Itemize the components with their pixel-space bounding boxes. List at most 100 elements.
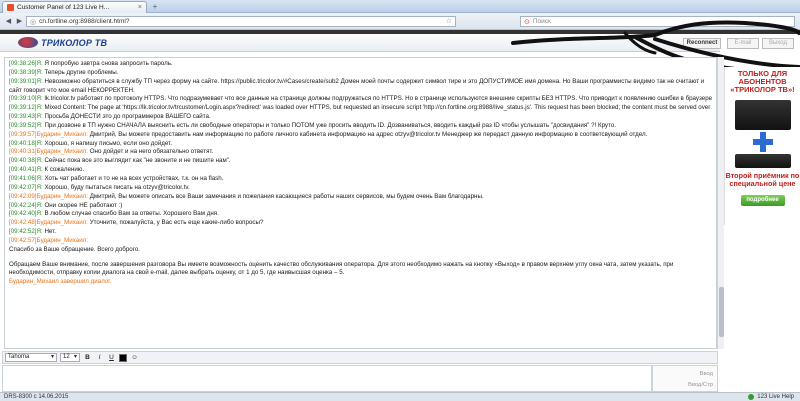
message-timestamp: [09:42:48] [9, 219, 37, 227]
message-text: Дмитрий, Вы можете описать все Ваши заме… [88, 192, 484, 200]
message-timestamp: [09:42:07] [9, 183, 37, 191]
send-newline-button[interactable]: Ввод/Стр [688, 382, 713, 388]
promo-banner[interactable]: ТОЛЬКО ДЛЯ АБОНЕНТОВ «ТРИКОЛОР ТВ»! Втор… [724, 67, 800, 225]
tab-title: Customer Panel of 123 Live H... [17, 4, 110, 11]
message-timestamp: [09:40:18] [9, 139, 37, 147]
chat-log[interactable]: [09:38:26]Я: Я попробую завтра снова зап… [4, 57, 717, 349]
forward-icon[interactable]: ▶ [14, 16, 25, 27]
message-text: Уточните, пожалуйста, у Вас есть еще как… [88, 219, 264, 227]
chat-message: [09:38:39]Я: Теперь другие проблемы. [9, 69, 712, 78]
chat-ended-note: Бударин_Михаил завершил диалог. [9, 278, 712, 287]
send-area: Ввод Ввод/Стр [652, 365, 718, 392]
format-toolbar: Tahoma ▾ 12 ▾ B I U ☺ [2, 351, 718, 364]
chat-message: [09:42:48]Бударин_Михаил: Уточните, пожа… [9, 219, 712, 228]
back-icon[interactable]: ◀ [3, 16, 14, 27]
browser-navbar: ◀ ▶ ◎ cn.fortline.org:8988/client.html? … [0, 13, 800, 30]
message-timestamp: [09:42:57] [9, 236, 37, 244]
banner-details-button[interactable]: подробнее [740, 194, 785, 206]
status-text: DRS-8300 с 14.06.2015 [4, 394, 69, 400]
message-timestamp: [09:39:01] [9, 77, 37, 85]
chat-message: [09:40:38]Я: Сейчас пока все это выгляди… [9, 157, 712, 166]
browser-titlebar: Customer Panel of 123 Live H... × + [0, 0, 800, 13]
message-text: Хорошо, я напишу письмо, если оно дойдет… [42, 139, 172, 147]
status-right: 123 Live Help [748, 394, 794, 400]
message-timestamp: [09:39:43] [9, 113, 37, 121]
chat-message: [09:42:09]Бударин_Михаил: Дмитрий, Вы мо… [9, 193, 712, 202]
message-author: Бударин_Михаил: [36, 130, 89, 138]
address-bar[interactable]: ◎ cn.fortline.org:8988/client.html? ☆ [26, 16, 456, 27]
scrollbar-thumb[interactable] [719, 287, 724, 337]
chat-message: [09:42:40]Я: В любом случае спасибо Вам … [9, 210, 712, 219]
chat-closing-thanks: Спасибо за Ваше обращение. Всего доброго… [9, 245, 140, 253]
chat-header: ТРИКОЛОР ТВ Reconnect E-mail Выход [0, 34, 794, 52]
chat-message: [09:39:12]Я: Mixed Content: The page at … [9, 104, 712, 113]
chat-message: [09:39:01]Я: Невозможно обратиться в слу… [9, 78, 712, 96]
ended-note-text: Бударин_Михаил завершил диалог. [9, 278, 112, 286]
smiley-icon[interactable]: ☺ [130, 353, 139, 362]
message-timestamp: [09:40:31] [9, 148, 37, 156]
globe-icon: ◎ [30, 18, 37, 26]
message-timestamp: [09:40:38] [9, 157, 37, 165]
message-timestamp: [09:39:12] [9, 104, 37, 112]
online-status-icon [748, 394, 755, 400]
message-text: Я попробую завтра снова запросить пароль… [42, 60, 173, 67]
new-tab-icon[interactable]: + [150, 3, 160, 11]
underline-button[interactable]: U [107, 353, 116, 362]
message-timestamp: [09:39:52] [9, 121, 37, 129]
message-author: Бударин_Михаил: [36, 236, 89, 244]
font-select-value: Tahoma [8, 354, 30, 360]
message-timestamp: [09:40:41] [9, 166, 37, 174]
chat-message: [09:40:31]Бударин_Михаил: Оно дойдет и н… [9, 148, 712, 157]
chat-message: [09:38:26]Я: Я попробую завтра снова зап… [9, 60, 712, 69]
message-author: Бударин_Михаил: [36, 192, 89, 200]
tricolor-logo-icon [18, 37, 38, 48]
star-icon[interactable]: ☆ [446, 17, 452, 25]
message-input[interactable] [2, 365, 652, 392]
logo-text: ТРИКОЛОР ТВ [41, 37, 108, 48]
message-timestamp: [09:38:39] [9, 68, 37, 76]
message-timestamp: [09:42:52] [9, 228, 37, 236]
close-icon[interactable]: × [138, 4, 142, 11]
browser-tab[interactable]: Customer Panel of 123 Live H... × [2, 1, 147, 13]
chat-message: [09:41:06]Я: Хоть чат работает и то не н… [9, 175, 712, 184]
chat-message: [09:42:57]Бударин_Михаил: [9, 237, 712, 246]
message-text: Хоть чат работает и то не на всех устрой… [42, 174, 224, 182]
search-bar[interactable]: ⊙ Поиск [520, 16, 795, 27]
reconnect-button[interactable]: Reconnect [683, 38, 721, 49]
italic-button[interactable]: I [95, 353, 104, 362]
message-timestamp: [09:39:57] [9, 130, 37, 138]
message-timestamp: [09:42:24] [9, 201, 37, 209]
plus-icon [752, 132, 773, 152]
message-timestamp: [09:39:10] [9, 95, 37, 103]
message-text: Оно дойдет и на него обязательно ответят… [88, 148, 214, 156]
message-author: Бударин_Михаил: [36, 219, 89, 227]
message-timestamp: [09:42:40] [9, 210, 37, 218]
text-color-swatch[interactable] [119, 353, 127, 362]
chevron-down-icon: ▾ [50, 354, 54, 360]
message-text: Сейчас пока все это выглядит как "не зво… [42, 157, 231, 165]
chevron-down-icon: ▾ [73, 354, 77, 360]
search-placeholder: Поиск [532, 18, 551, 25]
chat-rating-note: Обращаем Ваше внимание, после завершения… [9, 261, 712, 279]
chat-scrollbar[interactable] [717, 57, 724, 349]
send-button[interactable]: Ввод [700, 371, 713, 377]
rating-note-text: Обращаем Ваше внимание, после завершения… [9, 260, 674, 277]
chat-message: [09:39:57]Бударин_Михаил: Дмитрий, Вы мо… [9, 131, 712, 140]
email-button[interactable]: E-mail [727, 38, 759, 49]
chat-message: [09:40:18]Я: Хорошо, я напишу письмо, ес… [9, 140, 712, 149]
receiver-second-icon [734, 154, 791, 168]
url-text: cn.fortline.org:8988/client.html? [39, 18, 130, 25]
favicon-icon [7, 4, 14, 11]
size-select[interactable]: 12 ▾ [60, 353, 80, 362]
message-text: Теперь другие проблемы. [42, 68, 119, 76]
font-select[interactable]: Tahoma ▾ [5, 353, 57, 362]
message-text: Просьба ДОНЕСТИ это до программеров ВАШЕ… [42, 113, 211, 121]
exit-button[interactable]: Выход [762, 38, 794, 49]
message-text: Они скорее НЕ работают :) [42, 201, 123, 209]
chat-message: [09:39:10]Я: lk.tricolor.tv работает по … [9, 95, 712, 104]
bold-button[interactable]: B [83, 353, 92, 362]
chat-message: [09:39:52]Я: При дозвоне в ТП нужно СНАЧ… [9, 122, 712, 131]
message-text: Нет. [42, 228, 57, 236]
message-timestamp: [09:38:26] [9, 60, 37, 67]
banner-headline: ТОЛЬКО ДЛЯ АБОНЕНТОВ «ТРИКОЛОР ТВ»! [730, 69, 795, 94]
